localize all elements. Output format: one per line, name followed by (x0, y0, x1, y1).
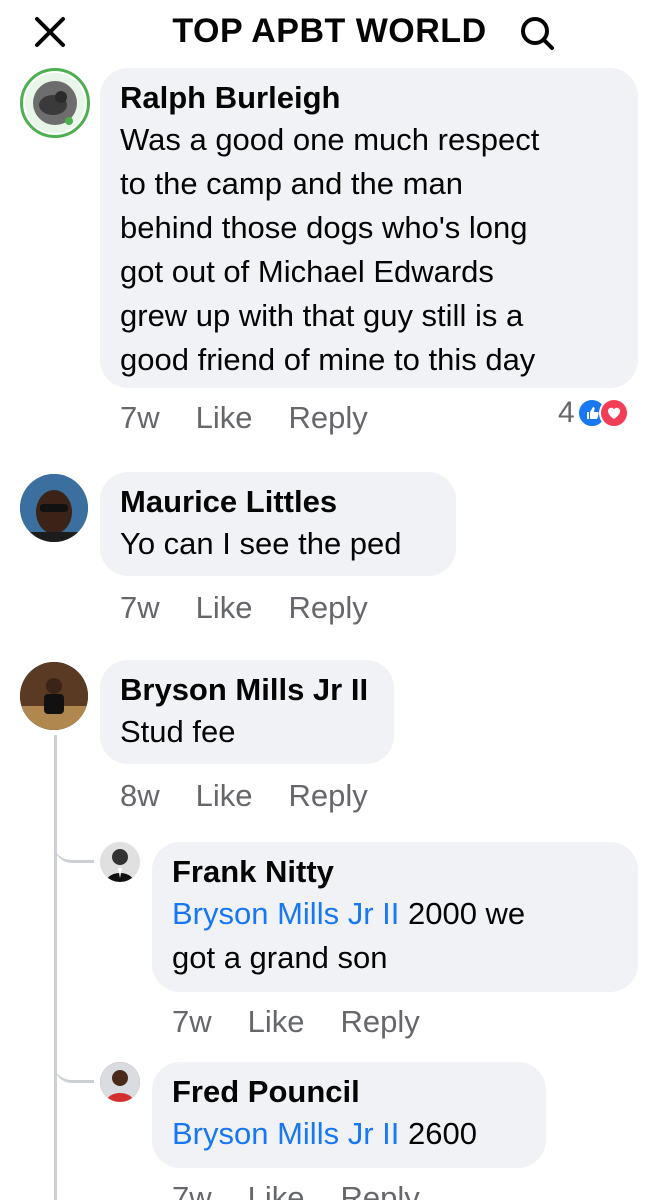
search-icon (521, 17, 554, 50)
comment-text-line: to the camp and the man (120, 166, 463, 201)
comment-actions: 7w Like Reply (120, 400, 368, 436)
avatar[interactable] (100, 1062, 140, 1102)
reply-button[interactable]: Reply (341, 1004, 420, 1040)
timestamp: 7w (120, 400, 160, 435)
reply-text: 2000 we (399, 896, 526, 931)
reply-connector (54, 830, 94, 863)
comment-actions: 7w Like Reply (120, 590, 368, 626)
reply-bubble[interactable]: Fred Pouncil Bryson Mills Jr II 2600 (152, 1062, 546, 1168)
reply-button[interactable]: Reply (341, 1180, 420, 1200)
reply-button[interactable]: Reply (289, 590, 368, 626)
reply-text-line: got a grand son (172, 940, 388, 975)
like-button[interactable]: Like (196, 400, 253, 436)
love-reaction-icon (598, 398, 629, 428)
reaction-count[interactable]: 4 (558, 396, 629, 430)
reply-text: 2600 (399, 1116, 477, 1151)
reaction-number: 4 (558, 396, 575, 429)
like-button[interactable]: Like (196, 590, 253, 626)
reply-connector (54, 1050, 94, 1083)
comment-bubble[interactable]: Maurice Littles Yo can I see the ped (100, 472, 456, 576)
comment-actions: 8w Like Reply (120, 778, 368, 814)
avatar[interactable] (100, 842, 140, 882)
avatar[interactable] (20, 662, 88, 730)
avatar[interactable] (20, 474, 88, 542)
reply-actions: 7w Like Reply (172, 1004, 420, 1040)
timestamp: 7w (120, 590, 160, 625)
page-title: TOP APBT WORLD (172, 12, 487, 50)
comment-bubble[interactable]: Ralph Burleigh Was a good one much respe… (100, 68, 638, 388)
timestamp: 7w (172, 1004, 212, 1039)
commenter-name[interactable]: Bryson Mills Jr II (120, 670, 374, 710)
comment-text-line: Yo can I see the ped (120, 526, 402, 561)
reply-text-line: Bryson Mills Jr II 2000 we (172, 892, 618, 936)
reply-text-line: Bryson Mills Jr II 2600 (172, 1112, 526, 1156)
comment-text-line: Was a good one much respect (120, 122, 540, 157)
search-button[interactable] (516, 12, 558, 54)
mention-link[interactable]: Bryson Mills Jr II (172, 896, 399, 931)
commenter-name[interactable]: Frank Nitty (172, 852, 618, 892)
thread-line (54, 735, 57, 1200)
comment-text-line: grew up with that guy still is a (120, 298, 524, 333)
like-button[interactable]: Like (248, 1004, 305, 1040)
reply-button[interactable]: Reply (289, 400, 368, 436)
top-bar: TOP APBT WORLD (0, 0, 659, 64)
comment-text-line: got out of Michael Edwards (120, 254, 494, 289)
reply-bubble[interactable]: Frank Nitty Bryson Mills Jr II 2000 we g… (152, 842, 638, 992)
reply-actions: 7w Like Reply (172, 1180, 420, 1200)
like-button[interactable]: Like (196, 778, 253, 814)
commenter-name[interactable]: Maurice Littles (120, 482, 436, 522)
reply-button[interactable]: Reply (289, 778, 368, 814)
timestamp: 7w (172, 1180, 212, 1200)
avatar[interactable] (20, 68, 90, 138)
like-button[interactable]: Like (248, 1180, 305, 1200)
timestamp: 8w (120, 778, 160, 813)
comment-bubble[interactable]: Bryson Mills Jr II Stud fee (100, 660, 394, 764)
commenter-name[interactable]: Fred Pouncil (172, 1072, 526, 1112)
comment-text-line: Stud fee (120, 714, 236, 749)
mention-link[interactable]: Bryson Mills Jr II (172, 1116, 399, 1151)
commenter-name[interactable]: Ralph Burleigh (120, 78, 618, 118)
comment-text-line: good friend of mine to this day (120, 342, 536, 377)
comment-text-line: behind those dogs who's long (120, 210, 528, 245)
